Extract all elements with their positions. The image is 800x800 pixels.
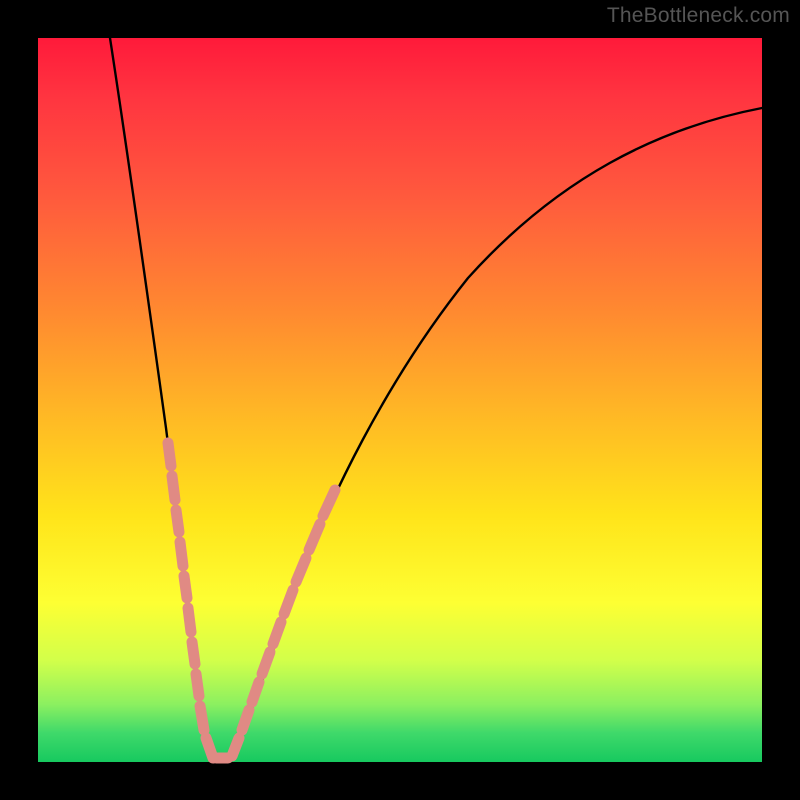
highlight-seg [284,590,293,614]
chart-svg [38,38,762,762]
left-highlight-group [168,443,213,758]
highlight-seg [232,738,239,756]
highlight-seg [168,443,171,466]
highlight-seg [172,476,175,500]
highlight-seg [192,642,195,664]
highlight-seg [196,674,199,696]
right-highlight-group [232,490,335,756]
highlight-seg [176,510,179,532]
highlight-seg [200,706,204,730]
highlight-seg [252,682,259,702]
highlight-seg [180,542,183,566]
highlight-seg [184,576,187,598]
highlight-seg [309,524,320,550]
highlight-seg [296,558,306,582]
outer-frame: TheBottleneck.com [0,0,800,800]
plot-area [38,38,762,762]
highlight-seg [323,490,335,516]
watermark-text: TheBottleneck.com [607,4,790,28]
highlight-seg [262,652,270,674]
right-branch-curve [230,108,762,760]
highlight-seg [188,608,191,632]
highlight-seg [273,622,281,644]
highlight-seg [242,710,249,730]
